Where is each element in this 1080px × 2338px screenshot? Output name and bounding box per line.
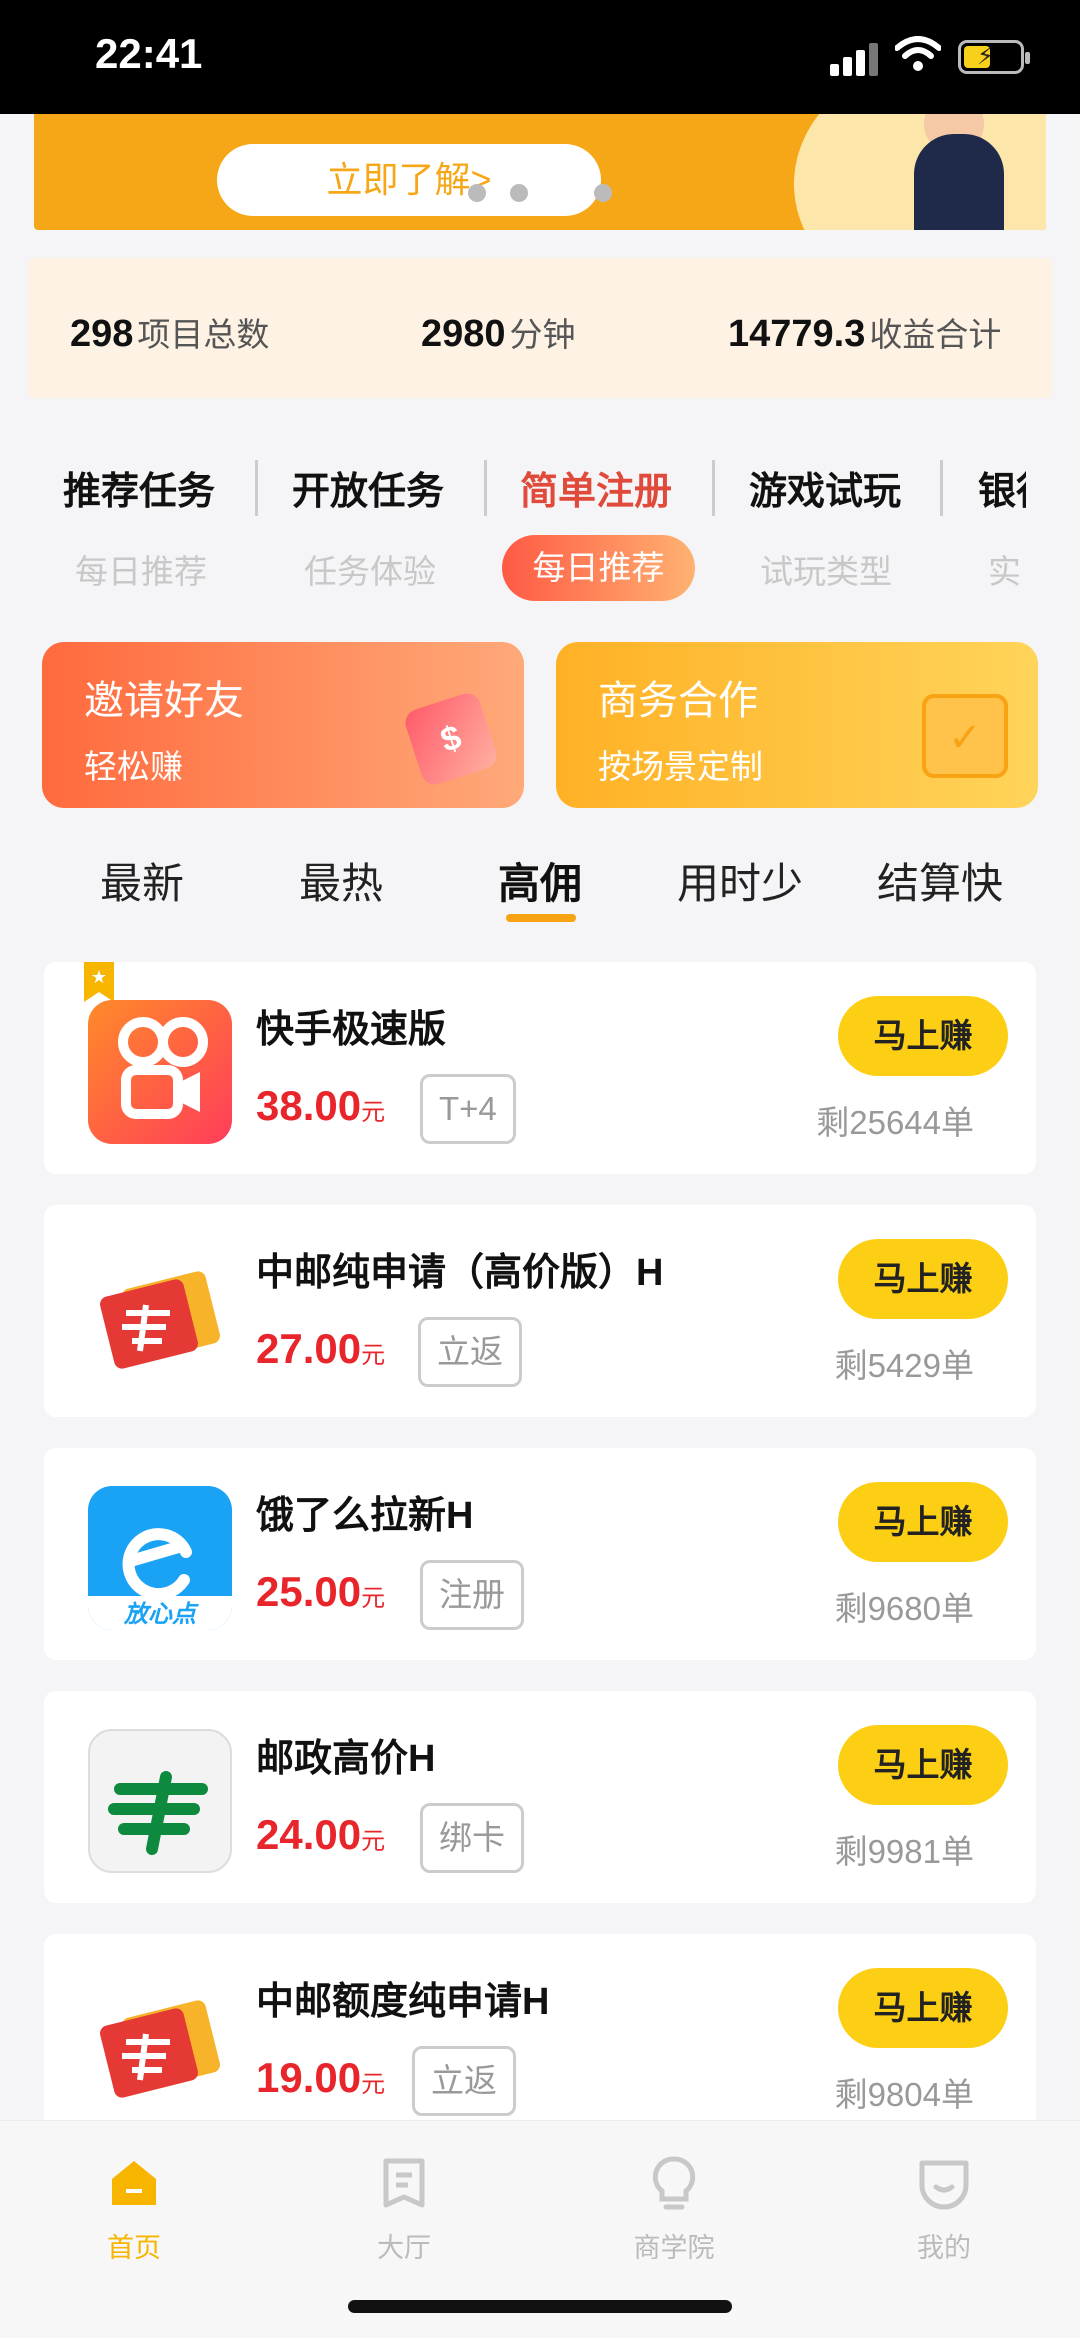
sub-daily-recommend[interactable]: 每日推荐 (75, 545, 207, 593)
task-name: 邮政高价H (256, 1738, 436, 1780)
task-card[interactable]: ★ 快手极速版 38.00元 T+4 马上赚 剩25644单 (44, 962, 1036, 1174)
invite-friends-subtitle: 轻松赚 (84, 748, 183, 785)
eleme-icon-caption: 放心点 (123, 1600, 199, 1628)
sort-high-commission[interactable]: 高佣 (498, 850, 582, 911)
sort-least-time[interactable]: 用时少 (677, 850, 803, 911)
banner-person-illustration (914, 134, 1004, 230)
tab-open-tasks[interactable]: 开放任务 (292, 460, 444, 515)
lightbulb-icon (652, 2156, 696, 2210)
china-post-card-icon (88, 1243, 232, 1387)
divider (712, 460, 715, 516)
sub-more[interactable]: 实 (988, 545, 1021, 593)
stat-minutes: 2980 分钟 (421, 313, 576, 355)
divider (484, 460, 487, 516)
tab-business-school[interactable]: 商学院 (614, 2139, 734, 2265)
promo-banner[interactable]: 立即了解> (34, 114, 1046, 230)
sort-fast-settlement[interactable]: 结算快 (877, 850, 1003, 911)
carousel-dot[interactable] (594, 184, 612, 202)
task-card[interactable]: 中邮纯申请（高价版）H 27.00元 立返 马上赚 剩5429单 (44, 1205, 1036, 1417)
carousel-dot[interactable] (468, 184, 486, 202)
signal-icon (830, 42, 878, 76)
sub-task-experience[interactable]: 任务体验 (304, 545, 436, 593)
task-card[interactable]: 放心点 饿了么拉新H 25.00元 注册 马上赚 剩9680单 (44, 1448, 1036, 1660)
status-bar: 22:41 ⚡ (0, 0, 1080, 114)
status-time: 22:41 (95, 30, 203, 77)
battery-icon: ⚡ (958, 40, 1030, 74)
tab-label: 商学院 (633, 2233, 715, 2263)
task-name: 快手极速版 (256, 1009, 447, 1051)
earn-now-button[interactable]: 马上赚 (838, 996, 1008, 1076)
home-icon (112, 2161, 156, 2205)
divider (940, 460, 943, 516)
banner-learn-more-button[interactable]: 立即了解> (217, 144, 601, 216)
task-card[interactable]: 中邮额度纯申请H 19.00元 立返 马上赚 剩9804单 (44, 1934, 1036, 2120)
task-tag: 立返 (418, 1317, 522, 1387)
tab-label: 首页 (107, 2233, 161, 2263)
task-price: 24.00元 (256, 1811, 386, 1858)
earn-now-button[interactable]: 马上赚 (838, 1968, 1008, 2048)
business-cooperation-title: 商务合作 (598, 679, 758, 723)
task-card[interactable]: 邮政高价H 24.00元 绑卡 马上赚 剩9981单 (44, 1691, 1036, 1903)
task-name: 饿了么拉新H (256, 1495, 474, 1537)
earn-now-button[interactable]: 马上赚 (838, 1725, 1008, 1805)
sort-hottest[interactable]: 最热 (299, 850, 383, 911)
earn-now-button[interactable]: 马上赚 (838, 1239, 1008, 1319)
face-icon (919, 2160, 969, 2210)
earn-now-button[interactable]: 马上赚 (838, 1482, 1008, 1562)
tab-recommended-tasks[interactable]: 推荐任务 (63, 460, 215, 515)
calendar-check-icon: ✓ (922, 694, 1008, 778)
task-tag: 绑卡 (420, 1803, 524, 1873)
wifi-icon (895, 36, 941, 71)
task-tag: T+4 (420, 1074, 516, 1144)
tab-bank[interactable]: 银行 (978, 460, 1026, 515)
category-tabs: 推荐任务 开放任务 简单注册 游戏试玩 银行 (0, 450, 1080, 530)
sub-trial-type[interactable]: 试玩类型 (760, 545, 892, 593)
eleme-app-icon: 放心点 (88, 1486, 232, 1630)
task-remaining: 剩9981单 (834, 1833, 974, 1870)
task-name: 中邮纯申请（高价版）H (256, 1252, 664, 1294)
task-remaining: 剩5429单 (834, 1347, 974, 1384)
task-tag: 立返 (412, 2046, 516, 2116)
price-tag-icon: $ (401, 689, 501, 789)
china-post-logo-icon (88, 1729, 232, 1873)
star-ribbon-icon: ★ (84, 962, 114, 1002)
document-icon (383, 2158, 425, 2208)
task-name: 中邮额度纯申请H (256, 1981, 550, 2023)
tab-home[interactable]: 首页 (74, 2139, 194, 2265)
task-remaining: 剩25644单 (816, 1104, 974, 1141)
sort-newest[interactable]: 最新 (100, 850, 184, 911)
home-indicator[interactable] (348, 2300, 732, 2313)
task-price: 38.00元 (256, 1082, 386, 1129)
task-price: 27.00元 (256, 1325, 386, 1372)
tab-mine[interactable]: 我的 (884, 2139, 1004, 2265)
invite-friends-card[interactable]: 邀请好友 轻松赚 $ (42, 642, 524, 808)
china-post-card-icon (88, 1972, 232, 2116)
kuaishou-app-icon (88, 1000, 232, 1144)
business-cooperation-subtitle: 按场景定制 (598, 748, 763, 785)
task-remaining: 剩9680单 (834, 1590, 974, 1627)
carousel-dot[interactable] (510, 184, 528, 202)
subcategory-row: 每日推荐 任务体验 每日推荐 试玩类型 实 (0, 535, 1080, 605)
tab-game-trial[interactable]: 游戏试玩 (749, 460, 901, 515)
stat-total-earnings: 14779.3 收益合计 (728, 313, 1002, 355)
business-cooperation-card[interactable]: 商务合作 按场景定制 ✓ (556, 642, 1038, 808)
sub-daily-recommend-active[interactable]: 每日推荐 (502, 535, 695, 601)
stat-total-projects: 298 项目总数 (70, 313, 270, 355)
task-price: 25.00元 (256, 1568, 386, 1615)
stats-panel: 298 项目总数 2980 分钟 14779.3 收益合计 (28, 258, 1052, 398)
active-sort-indicator (506, 914, 576, 922)
tab-hall[interactable]: 大厅 (344, 2139, 464, 2265)
task-remaining: 剩9804单 (834, 2076, 974, 2113)
sort-tabs: 最新 最热 高佣 用时少 结算快 (0, 846, 1080, 926)
tab-label: 大厅 (377, 2233, 431, 2263)
task-tag: 注册 (420, 1560, 524, 1630)
divider (255, 460, 258, 516)
task-price: 19.00元 (256, 2054, 386, 2101)
tab-simple-register[interactable]: 简单注册 (520, 460, 672, 515)
tab-label: 我的 (917, 2233, 971, 2263)
invite-friends-title: 邀请好友 (84, 679, 244, 723)
